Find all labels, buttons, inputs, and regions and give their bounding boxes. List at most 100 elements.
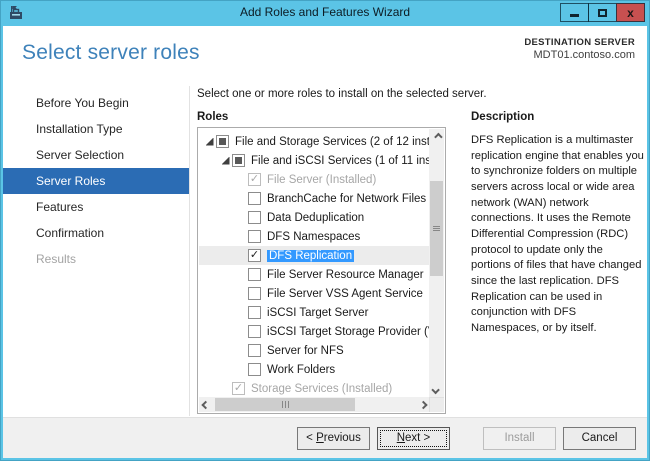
tree-item-file-server-resource-manager[interactable]: File Server Resource Manager bbox=[199, 265, 429, 284]
thumb-grip bbox=[282, 401, 283, 408]
maximize-icon bbox=[598, 9, 607, 17]
tree-expanded-icon[interactable] bbox=[206, 138, 214, 146]
sidebar-item-server-roles[interactable]: Server Roles bbox=[3, 168, 189, 194]
wizard-nav: Before You BeginInstallation TypeServer … bbox=[3, 90, 189, 272]
scroll-left-button[interactable] bbox=[199, 397, 214, 412]
tree-item-server-for-nfs[interactable]: Server for NFS bbox=[199, 341, 429, 360]
checkbox-work-folders[interactable] bbox=[248, 363, 261, 376]
destination-server-name: MDT01.contoso.com bbox=[524, 49, 635, 61]
page-title: Select server roles bbox=[22, 41, 200, 65]
tree-item-label: iSCSI Target Storage Provider (VDS and V… bbox=[267, 326, 429, 338]
roles-tree: File and Storage Services (2 of 12 insta… bbox=[197, 127, 446, 414]
close-icon: x bbox=[627, 7, 634, 19]
checkbox-branchcache-for-network-files[interactable] bbox=[248, 192, 261, 205]
checkbox-data-deduplication[interactable] bbox=[248, 211, 261, 224]
checkbox-iscsi-target-server[interactable] bbox=[248, 306, 261, 319]
destination-server-block: DESTINATION SERVER MDT01.contoso.com bbox=[524, 37, 635, 61]
sidebar-item-features[interactable]: Features bbox=[3, 194, 189, 220]
horizontal-scrollbar-thumb[interactable] bbox=[215, 398, 355, 411]
vertical-scrollbar[interactable] bbox=[429, 129, 444, 397]
tree-item-work-folders[interactable]: Work Folders bbox=[199, 360, 429, 379]
roles-label: Roles bbox=[197, 111, 228, 123]
wizard-body: Select server roles DESTINATION SERVER M… bbox=[3, 26, 647, 458]
tree-item-file-server-vss-agent-service[interactable]: File Server VSS Agent Service bbox=[199, 284, 429, 303]
wizard-window: Add Roles and Features Wizard x Select s… bbox=[0, 0, 650, 461]
tree-item-label: File and Storage Services (2 of 12 insta… bbox=[235, 136, 429, 148]
expander-slot bbox=[219, 157, 232, 165]
tree-item-storage-services-installed[interactable]: ✓ Storage Services (Installed) bbox=[199, 379, 429, 397]
tree-item-label: iSCSI Target Server bbox=[267, 307, 368, 319]
vertical-scrollbar-thumb[interactable] bbox=[430, 181, 443, 276]
tree-item-label: Data Deduplication bbox=[267, 212, 364, 224]
checkbox-file-server-resource-manager[interactable] bbox=[248, 268, 261, 281]
tree-item-label: Storage Services (Installed) bbox=[251, 383, 392, 395]
minimize-button[interactable] bbox=[560, 3, 589, 22]
tree-item-file-server-installed[interactable]: ✓ File Server (Installed) bbox=[199, 170, 429, 189]
sidebar-item-confirmation[interactable]: Confirmation bbox=[3, 220, 189, 246]
description-label: Description bbox=[471, 111, 534, 123]
sidebar-item-before-you-begin[interactable]: Before You Begin bbox=[3, 90, 189, 116]
tree-item-label: Server for NFS bbox=[267, 345, 344, 357]
next-button[interactable]: Next > bbox=[377, 427, 450, 450]
checkbox-file-server-installed: ✓ bbox=[248, 173, 261, 186]
tree-expanded-icon[interactable] bbox=[222, 157, 230, 165]
tree-item-label: File and iSCSI Services (1 of 11 install… bbox=[251, 155, 429, 167]
horizontal-scrollbar[interactable] bbox=[199, 397, 429, 412]
close-button[interactable]: x bbox=[616, 3, 645, 22]
destination-server-label: DESTINATION SERVER bbox=[524, 37, 635, 48]
chevron-down-icon bbox=[431, 385, 439, 393]
chevron-up-icon bbox=[434, 132, 442, 140]
tree-item-file-and-iscsi-services-1-of-11-installed[interactable]: File and iSCSI Services (1 of 11 install… bbox=[199, 151, 429, 170]
tree-item-iscsi-target-server[interactable]: iSCSI Target Server bbox=[199, 303, 429, 322]
scroll-right-button[interactable] bbox=[414, 397, 429, 412]
thumb-grip bbox=[288, 401, 289, 408]
checkbox-file-server-vss-agent-service[interactable] bbox=[248, 287, 261, 300]
cancel-button[interactable]: Cancel bbox=[563, 427, 636, 450]
tree-item-label: File Server Resource Manager bbox=[267, 269, 424, 281]
scrollbar-corner bbox=[429, 397, 444, 412]
tree-item-dfs-replication[interactable]: ✓ DFS Replication bbox=[199, 246, 429, 265]
tree-item-label: File Server VSS Agent Service bbox=[267, 288, 423, 300]
indeterminate-mark bbox=[219, 138, 226, 145]
checkbox-dfs-replication[interactable]: ✓ bbox=[248, 249, 261, 262]
thumb-grip bbox=[433, 230, 440, 231]
sidebar-item-installation-type[interactable]: Installation Type bbox=[3, 116, 189, 142]
checkbox-file-and-iscsi-services-1-of-11-installed[interactable] bbox=[232, 154, 245, 167]
checkbox-server-for-nfs[interactable] bbox=[248, 344, 261, 357]
tree-item-label: DFS Replication bbox=[267, 250, 354, 262]
sidebar-item-server-selection[interactable]: Server Selection bbox=[3, 142, 189, 168]
thumb-grip bbox=[285, 401, 286, 408]
instruction-text: Select one or more roles to install on t… bbox=[197, 88, 487, 100]
maximize-button[interactable] bbox=[588, 3, 617, 22]
indeterminate-mark bbox=[235, 157, 242, 164]
tree-item-label: File Server (Installed) bbox=[267, 174, 376, 186]
thumb-grip bbox=[433, 228, 440, 229]
tree-item-label: BranchCache for Network Files bbox=[267, 193, 426, 205]
window-title: Add Roles and Features Wizard bbox=[1, 5, 649, 19]
tree-item-iscsi-target-storage-provider-vds-and-vss[interactable]: iSCSI Target Storage Provider (VDS and V… bbox=[199, 322, 429, 341]
tree-item-label: Work Folders bbox=[267, 364, 335, 376]
scroll-down-button[interactable] bbox=[429, 382, 444, 397]
footer-buttons: < Previous Next > Install Cancel bbox=[3, 417, 647, 458]
checkbox-iscsi-target-storage-provider-vds-and-vss[interactable] bbox=[248, 325, 261, 338]
roles-tree-viewport: File and Storage Services (2 of 12 insta… bbox=[199, 129, 429, 397]
description-text: DFS Replication is a multimaster replica… bbox=[471, 133, 645, 337]
previous-button[interactable]: < Previous bbox=[297, 427, 370, 450]
checkbox-storage-services-installed: ✓ bbox=[232, 382, 245, 395]
tree-item-data-deduplication[interactable]: Data Deduplication bbox=[199, 208, 429, 227]
tree-item-file-and-storage-services-2-of-12-installed[interactable]: File and Storage Services (2 of 12 insta… bbox=[199, 132, 429, 151]
tree-item-branchcache-for-network-files[interactable]: BranchCache for Network Files bbox=[199, 189, 429, 208]
tree-item-dfs-namespaces[interactable]: DFS Namespaces bbox=[199, 227, 429, 246]
tree-item-label: DFS Namespaces bbox=[267, 231, 360, 243]
thumb-grip bbox=[433, 226, 440, 227]
chevron-right-icon bbox=[419, 400, 427, 408]
install-button: Install bbox=[483, 427, 556, 450]
scroll-up-button[interactable] bbox=[429, 129, 444, 144]
checkbox-dfs-namespaces[interactable] bbox=[248, 230, 261, 243]
window-controls: x bbox=[561, 3, 645, 22]
title-bar: Add Roles and Features Wizard x bbox=[1, 1, 649, 26]
expander-slot bbox=[203, 138, 216, 146]
checkbox-file-and-storage-services-2-of-12-installed[interactable] bbox=[216, 135, 229, 148]
sidebar-item-results: Results bbox=[3, 246, 189, 272]
sidebar-divider bbox=[189, 86, 190, 416]
